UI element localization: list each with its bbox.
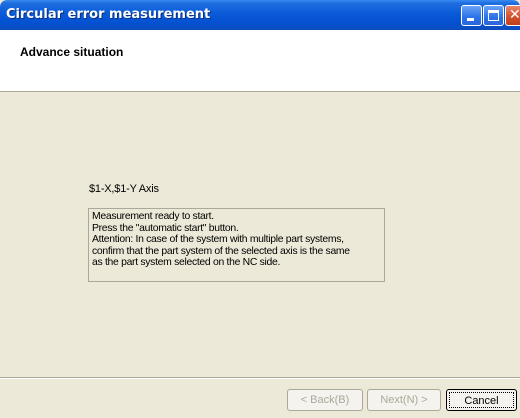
close-button[interactable]: ✕ (505, 5, 520, 26)
message-line: confirm that the part system of the sele… (92, 245, 350, 257)
message-line: Measurement ready to start. (92, 211, 214, 222)
cancel-button-label: Cancel (449, 392, 514, 408)
page-title: Advance situation (20, 45, 124, 59)
maximize-icon (488, 10, 499, 21)
status-message-box: Measurement ready to start. Press the "a… (88, 208, 385, 282)
axis-label: $1-X,$1-Y Axis (89, 183, 159, 195)
back-button[interactable]: < Back(B) (287, 389, 363, 411)
next-button[interactable]: Next(N) > (367, 389, 441, 411)
minimize-icon (467, 18, 474, 21)
minimize-button[interactable] (461, 5, 482, 26)
window-title: Circular error measurement (6, 7, 211, 22)
title-bar[interactable]: Circular error measurement ✕ (0, 0, 520, 30)
message-line: Press the "automatic start" button. (92, 222, 239, 234)
maximize-button[interactable] (483, 5, 504, 26)
message-line: Attention: In case of the system with mu… (92, 234, 344, 245)
footer-divider (0, 377, 520, 379)
wizard-header: Advance situation (0, 30, 520, 92)
message-line: as the part system selected on the NC si… (92, 257, 281, 268)
cancel-button[interactable]: Cancel (446, 389, 517, 411)
close-icon: ✕ (509, 7, 520, 23)
